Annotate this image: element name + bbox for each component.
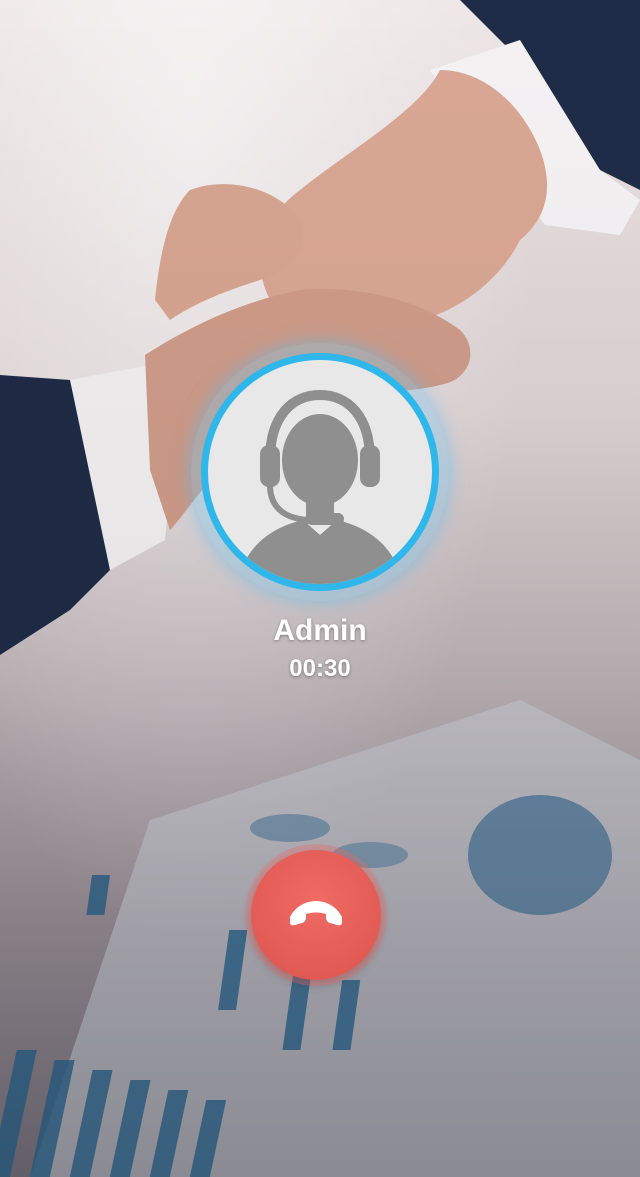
call-duration: 00:30	[289, 655, 351, 682]
end-call-button[interactable]	[251, 850, 381, 980]
support-agent-icon	[238, 389, 402, 584]
caller-name: Admin	[273, 614, 367, 647]
phone-hangup-icon	[290, 901, 342, 926]
caller-avatar-ring	[191, 343, 449, 601]
caller-avatar	[201, 353, 439, 591]
call-screen: Admin 00:30	[0, 0, 640, 1177]
